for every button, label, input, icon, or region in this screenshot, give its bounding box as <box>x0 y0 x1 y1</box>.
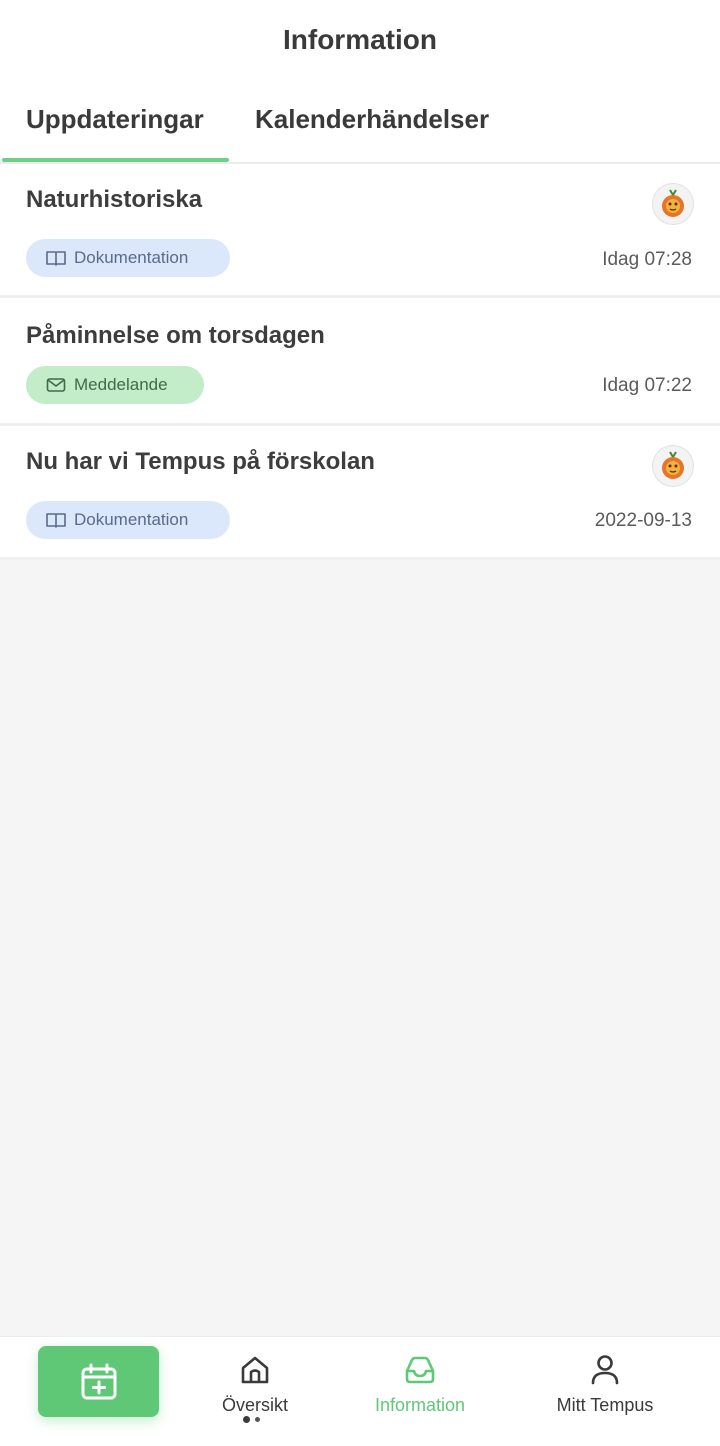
list-item[interactable]: Påminnelse om torsdagen Meddelande Idag … <box>0 298 720 426</box>
updates-list: Naturhistoriska Dokumentation Idag 07:28… <box>0 164 720 560</box>
badge-dokumentation: Dokumentation <box>26 501 230 539</box>
page-indicator <box>243 1416 260 1424</box>
book-icon <box>46 251 66 266</box>
page-dot <box>255 1417 260 1422</box>
avatar <box>652 183 694 225</box>
badge-meddelande: Meddelande <box>26 366 204 404</box>
item-date: 2022-09-13 <box>594 510 692 531</box>
item-title: Påminnelse om torsdagen <box>26 322 325 349</box>
inbox-icon <box>405 1356 435 1384</box>
nav-mitt-tempus[interactable]: Mitt Tempus <box>525 1353 685 1416</box>
avatar-image <box>662 189 684 217</box>
avatar-image <box>662 451 684 479</box>
item-date: Idag 07:28 <box>602 249 692 270</box>
nav-label: Mitt Tempus <box>556 1395 654 1415</box>
bottom-nav: Översikt Information Mitt Tempus <box>0 1336 720 1446</box>
top-bar: Information Uppdateringar Kalenderhändel… <box>0 0 720 164</box>
calendar-add-icon <box>81 1363 116 1399</box>
badge-label: Dokumentation <box>74 248 189 267</box>
mail-icon <box>46 378 66 392</box>
book-icon <box>46 513 66 528</box>
nav-oversikt[interactable]: Översikt <box>175 1353 335 1416</box>
item-title: Naturhistoriska <box>26 186 203 213</box>
list-item[interactable]: Naturhistoriska Dokumentation Idag 07:28 <box>0 164 720 298</box>
tab-uppdateringar[interactable]: Uppdateringar <box>26 104 204 135</box>
badge-label: Meddelande <box>74 375 168 394</box>
nav-information[interactable]: Information <box>340 1353 500 1416</box>
list-item[interactable]: Nu har vi Tempus på förskolan Dokumentat… <box>0 426 720 560</box>
page-title: Information <box>283 24 437 55</box>
add-calendar-button[interactable] <box>38 1346 159 1417</box>
tab-kalenderhandelser[interactable]: Kalenderhändelser <box>255 104 489 135</box>
nav-label: Information <box>374 1395 466 1415</box>
badge-label: Dokumentation <box>74 510 189 529</box>
page-dot-active <box>243 1416 250 1423</box>
avatar <box>652 445 694 487</box>
user-icon <box>591 1355 619 1385</box>
badge-dokumentation: Dokumentation <box>26 239 230 277</box>
item-date: Idag 07:22 <box>602 375 692 396</box>
item-title: Nu har vi Tempus på förskolan <box>26 448 375 475</box>
nav-label: Översikt <box>221 1395 288 1415</box>
home-icon <box>241 1356 269 1384</box>
